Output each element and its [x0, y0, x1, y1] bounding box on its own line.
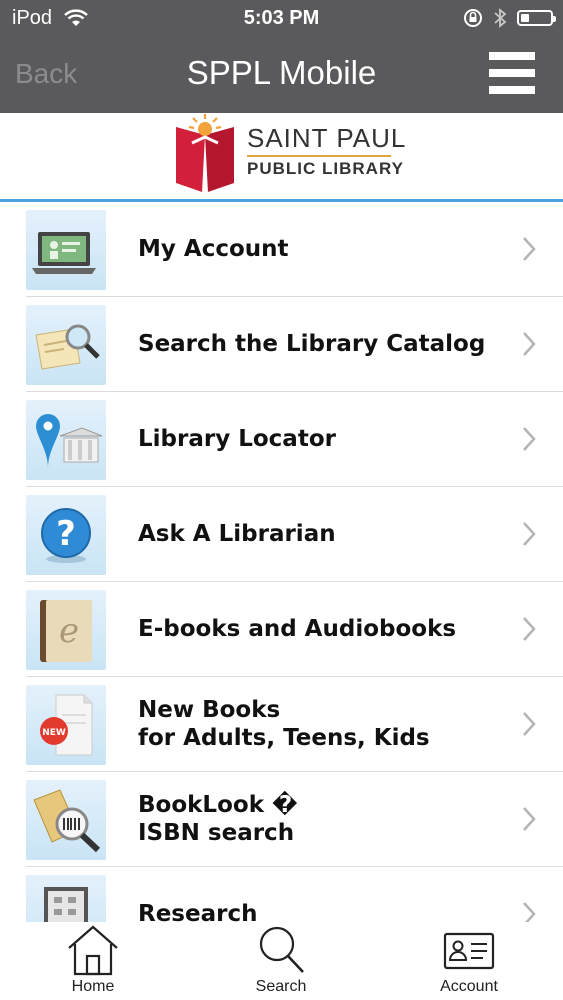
svg-text:NEW: NEW: [42, 728, 66, 738]
tab-account-label: Account: [440, 978, 498, 995]
ebook-icon: e: [26, 590, 106, 670]
tab-search[interactable]: Search: [221, 922, 341, 1000]
chevron-right-icon: [523, 522, 536, 546]
nav-bar: Back SPPL Mobile: [0, 38, 563, 113]
library-logo-icon: [176, 114, 234, 193]
menu-item-ask-librarian[interactable]: ? Ask A Librarian: [26, 487, 563, 582]
tab-account[interactable]: Account: [409, 922, 529, 1000]
account-card-icon: [443, 932, 495, 970]
menu-item-search-catalog[interactable]: Search the Library Catalog: [26, 297, 563, 392]
menu-item-new-books[interactable]: NEW New Books for Adults, Teens, Kids: [26, 677, 563, 772]
logo-text-saint-paul: SAINT PAUL: [247, 123, 407, 153]
menu-item-label: E-books and Audiobooks: [138, 616, 457, 642]
rotation-lock-icon: [464, 9, 482, 27]
menu-item-sublabel: ISBN search: [138, 820, 295, 846]
page-title: SPPL Mobile: [186, 54, 377, 91]
menu-item-research[interactable]: Research: [26, 867, 563, 922]
chevron-right-icon: [523, 427, 536, 451]
menu-item-label: Library Locator: [138, 426, 336, 452]
menu-item-label: New Books: [138, 697, 281, 723]
library-logo-banner: SAINT PAUL PUBLIC LIBRARY: [0, 113, 563, 202]
tab-bar: Home Search Account: [0, 922, 563, 1000]
menu-item-booklook-isbn[interactable]: BookLook � ISBN search: [26, 772, 563, 867]
menu-item-ebooks-audiobooks[interactable]: e E-books and Audiobooks: [26, 582, 563, 677]
question-icon: ?: [26, 495, 106, 575]
menu-item-label: Research: [138, 901, 258, 922]
main-menu-list: My Account Search the Library Catalog Li…: [26, 202, 563, 922]
barcode-search-icon: [26, 780, 106, 860]
menu-item-sublabel: for Adults, Teens, Kids: [138, 725, 430, 751]
status-bar: iPod 5:03 PM: [0, 0, 563, 38]
chevron-right-icon: [523, 617, 536, 641]
research-icon: [26, 875, 106, 922]
battery-icon: [517, 10, 556, 26]
menu-item-library-locator[interactable]: Library Locator: [26, 392, 563, 487]
chevron-right-icon: [523, 332, 536, 356]
chevron-right-icon: [523, 902, 536, 922]
menu-item-label: My Account: [138, 236, 289, 262]
tab-home[interactable]: Home: [33, 922, 153, 1000]
menu-item-label: Search the Library Catalog: [138, 331, 486, 357]
menu-item-label: BookLook �: [138, 792, 298, 818]
map-pin-library-icon: [26, 400, 106, 480]
chevron-right-icon: [523, 237, 536, 261]
bluetooth-icon: [494, 8, 507, 28]
chevron-right-icon: [523, 712, 536, 736]
menu-item-my-account[interactable]: My Account: [26, 202, 563, 297]
home-icon: [68, 925, 118, 976]
laptop-icon: [26, 210, 106, 290]
menu-item-label: Ask A Librarian: [138, 521, 336, 547]
search-icon: [259, 926, 304, 973]
logo-text-public-library: PUBLIC LIBRARY: [247, 159, 404, 178]
svg-text:e: e: [59, 611, 79, 651]
catalog-search-icon: [26, 305, 106, 385]
chevron-right-icon: [523, 807, 536, 831]
tab-home-label: Home: [71, 978, 115, 995]
logo-divider: [247, 155, 391, 157]
svg-text:?: ?: [56, 514, 76, 554]
tab-search-label: Search: [255, 978, 307, 995]
hamburger-menu-icon[interactable]: [489, 52, 535, 98]
new-books-icon: NEW: [26, 685, 106, 765]
